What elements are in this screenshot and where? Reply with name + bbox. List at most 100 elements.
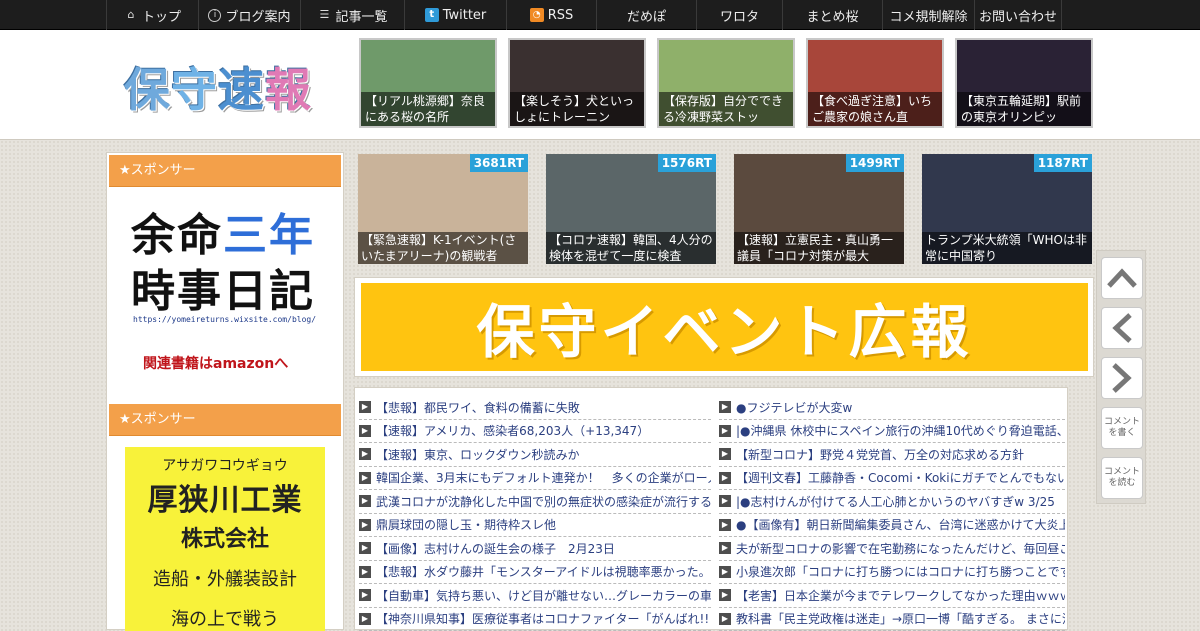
article-title-link[interactable]: ●フジテレビが大変w: [736, 399, 852, 416]
article-list-item[interactable]: ▶ 【画像】志村けんの誕生会の様子 2月23日: [359, 537, 711, 561]
ad-company-business: 造船・外艤装設計: [125, 565, 325, 591]
ad-title-line2: 時事日記: [131, 255, 315, 319]
ranking-card[interactable]: 1576RT【コロナ速報】韓国、4人分の検体を混ぜて一度に検査: [546, 154, 716, 264]
article-title-link[interactable]: 韓国企業、3月末にもデフォルト連発か！ 多くの企業がロー人: [376, 469, 711, 486]
sidebar: ★スポンサー 余命三年 時事日記 https://yomeireturns.wi…: [106, 152, 344, 630]
nav-item[interactable]: tTwitter: [404, 0, 506, 30]
thumbnail-caption: 【食べ過ぎ注意】いちご農家の娘さん直: [808, 92, 942, 126]
article-list-item[interactable]: ▶小泉進次郎「コロナに打ち勝つにはコロナに打ち勝つことです: [719, 561, 1065, 585]
article-title-link[interactable]: 教科書「民主党政権は迷走」→原口一博「酷すぎる。 まさに浩: [736, 610, 1065, 627]
featured-thumbnail[interactable]: 【東京五輪延期】駅前の東京オリンピッ: [955, 38, 1093, 128]
sponsor-ad-yomei[interactable]: 余命三年 時事日記 https://yomeireturns.wixsite.c…: [107, 187, 343, 402]
article-list-item[interactable]: ▶ ●フジテレビが大変w: [719, 396, 1065, 420]
next-page-button[interactable]: [1101, 357, 1143, 399]
bullet-arrow-icon: ▶: [359, 401, 371, 413]
article-list-left: ▶ 【悲報】都民ワイ、食料の備蓄に失敗 ▶ 【速報】アメリカ、感染者68,203人（+…: [359, 396, 711, 631]
article-list-item[interactable]: ▶ 鼎屓球団の隠し玉・期待枠スレ他: [359, 514, 711, 538]
article-list-item[interactable]: ▶【速報】東京、ロックダウン秒読みか: [359, 443, 711, 467]
nav-item-label: ワロタ: [720, 6, 759, 25]
bullet-arrow-icon: ▶: [359, 519, 371, 531]
article-list-item[interactable]: ▶●【画像有】朝日新聞編集委員さん、台湾に迷惑かけて大炎上: [719, 514, 1065, 538]
up-chevron-icon: [1106, 267, 1138, 289]
event-banner[interactable]: 保守イベント広報: [361, 283, 1088, 371]
nav-item-label: だめぽ: [627, 6, 666, 25]
article-list-item[interactable]: ▶夫が新型コロナの影響で在宅勤務になったんだけど、毎回昼ご: [719, 537, 1065, 561]
article-title-link[interactable]: ●【画像有】朝日新聞編集委員さん、台湾に迷惑かけて大炎上: [736, 516, 1065, 533]
article-list-item[interactable]: ▶【神奈川県知事】医療従事者はコロナファイター「がんばれ!!: [359, 608, 711, 631]
article-title-link[interactable]: 【悲報】水ダウ藤井「モンスターアイドルは視聴率悪かった。: [376, 563, 711, 580]
ranking-card[interactable]: 3681RT【緊急速報】K-1イベント(さいたまアリーナ)の観戦者: [358, 154, 528, 264]
article-list-item[interactable]: ▶韓国企業、3月末にもデフォルト連発か！ 多くの企業がロー人: [359, 467, 711, 491]
sponsor-ad-asagawa[interactable]: アサガワコウギョウ 厚狭川工業 株式会社 造船・外艤装設計 海の上で戦う: [125, 447, 325, 631]
bullet-arrow-icon: ▶: [359, 425, 371, 437]
ad-title-line1: 余命三年: [131, 199, 315, 263]
article-title-link[interactable]: 【画像】志村けんの誕生会の様子 2月23日: [376, 540, 615, 557]
write-comment-button[interactable]: コメントを書く: [1101, 407, 1143, 449]
article-title-link[interactable]: 【週刊文春】工藤静香・Cocomi・Kokiにガチでとんでもない文: [736, 469, 1065, 486]
nav-item-label: Twitter: [443, 8, 487, 23]
article-list-item[interactable]: ▶【自動車】気持ち悪い、けど目が離せない…グレーカラーの車: [359, 584, 711, 608]
article-title-link[interactable]: 【速報】アメリカ、感染者68,203人（+13,347）: [376, 422, 649, 439]
article-title-link[interactable]: 小泉進次郎「コロナに打ち勝つにはコロナに打ち勝つことです: [736, 563, 1065, 580]
article-title-link[interactable]: |●志村けんが付けてる人工心肺とかいうのヤバすぎw 3/25: [736, 493, 1055, 510]
site-logo[interactable]: 保守速報: [124, 54, 312, 120]
featured-thumbnail[interactable]: 【楽しそう】犬といっしょにトレーニン: [508, 38, 646, 128]
logo-char: 報: [265, 63, 312, 117]
article-list-item[interactable]: ▶【老害】日本企業が今までテレワークしてなかった理由ｗｗｗ: [719, 584, 1065, 608]
nav-item[interactable]: ☰記事一覧: [300, 0, 404, 30]
nav-item[interactable]: ワロタ: [696, 0, 782, 30]
article-list-item[interactable]: ▶|●沖縄県 休校中にスペイン旅行の沖縄10代めぐり脅迫電話、謝: [719, 420, 1065, 444]
bullet-arrow-icon: ▶: [719, 448, 731, 460]
article-list-item[interactable]: ▶|●志村けんが付けてる人工心肺とかいうのヤバすぎw 3/25: [719, 490, 1065, 514]
sponsor-heading: ★スポンサー: [109, 404, 341, 436]
amazon-link[interactable]: 関連書籍はamazonへ: [143, 353, 288, 373]
logo-char: 速: [218, 63, 265, 117]
nav-item[interactable]: まとめ桜: [782, 0, 882, 30]
thumbnail-caption: 【東京五輪延期】駅前の東京オリンピッ: [957, 92, 1091, 126]
ad-company-kana: アサガワコウギョウ: [125, 455, 325, 475]
scroll-top-button[interactable]: [1101, 257, 1143, 299]
article-title-link[interactable]: 夫が新型コロナの影響で在宅勤務になったんだけど、毎回昼ご: [736, 540, 1065, 557]
article-list-item[interactable]: ▶ 【悲報】都民ワイ、食料の備蓄に失敗: [359, 396, 711, 420]
bullet-arrow-icon: ▶: [359, 542, 371, 554]
previous-page-button[interactable]: [1101, 307, 1143, 349]
bullet-arrow-icon: ▶: [719, 401, 731, 413]
article-list-item[interactable]: ▶ 【速報】アメリカ、感染者68,203人（+13,347）: [359, 420, 711, 444]
featured-thumbnail[interactable]: 【保存版】自分でできる冷凍野菜ストッ: [657, 38, 795, 128]
nav-item[interactable]: コメ規制解除: [882, 0, 974, 30]
article-title-link[interactable]: 【新型コロナ】野党４党党首、万全の対応求める方針: [736, 446, 1024, 463]
ad-company-tagline: 海の上で戦う: [125, 605, 325, 631]
article-title-link[interactable]: 【自動車】気持ち悪い、けど目が離せない…グレーカラーの車: [376, 587, 711, 604]
nav-item[interactable]: お問い合わせ: [974, 0, 1062, 30]
article-list-item[interactable]: ▶ 教科書「民主党政権は迷走」→原口一博「酷すぎる。 まさに浩: [719, 608, 1065, 631]
article-title-link[interactable]: 武漢コロナが沈静化した中国で別の無症状の感染症が流行する最悪展: [376, 493, 711, 510]
article-title-link[interactable]: 【老害】日本企業が今までテレワークしてなかった理由ｗｗｗ: [736, 587, 1065, 604]
article-list-item[interactable]: ▶【悲報】水ダウ藤井「モンスターアイドルは視聴率悪かった。: [359, 561, 711, 585]
bullet-arrow-icon: ▶: [719, 613, 731, 625]
ranking-card[interactable]: 1499RT 【速報】立憲民主・真山勇一議員「コロナ対策が最大: [734, 154, 904, 264]
retweet-count-badge: 1499RT: [846, 154, 904, 172]
article-title-link[interactable]: 【速報】東京、ロックダウン秒読みか: [376, 446, 580, 463]
article-lists: ▶ 【悲報】都民ワイ、食料の備蓄に失敗 ▶ 【速報】アメリカ、感染者68,203人（+…: [354, 387, 1068, 630]
featured-thumbnail[interactable]: 【食べ過ぎ注意】いちご農家の娘さん直: [806, 38, 944, 128]
article-list-item[interactable]: ▶【週刊文春】工藤静香・Cocomi・Kokiにガチでとんでもない文: [719, 467, 1065, 491]
ranking-card[interactable]: 1187RTトランプ米大統領「WHOは非常に中国寄り: [922, 154, 1092, 264]
article-title-link[interactable]: 【神奈川県知事】医療従事者はコロナファイター「がんばれ!!: [376, 610, 709, 627]
article-title-link[interactable]: 【悲報】都民ワイ、食料の備蓄に失敗: [376, 399, 580, 416]
site-header: 保守速報 【リアル桃源郷】奈良にある桜の名所【楽しそう】犬といっしょにトレーニン…: [0, 30, 1200, 140]
nav-item[interactable]: だめぽ: [596, 0, 696, 30]
nav-item-label: RSS: [548, 8, 574, 23]
nav-item-label: コメ規制解除: [889, 6, 967, 25]
nav-item[interactable]: ◔RSS: [506, 0, 596, 30]
top-nav-items: ⌂トップiブログ案内☰記事一覧tTwitter◔RSS だめぽ ワロタ まとめ桜コメ規…: [106, 0, 1096, 30]
article-list-item[interactable]: ▶武漢コロナが沈静化した中国で別の無症状の感染症が流行する最悪展: [359, 490, 711, 514]
ranking-caption: 【速報】立憲民主・真山勇一議員「コロナ対策が最大: [734, 232, 904, 264]
read-comment-button[interactable]: コメントを読む: [1101, 457, 1143, 499]
nav-item[interactable]: iブログ案内: [198, 0, 300, 30]
nav-item-label: 記事一覧: [335, 6, 387, 25]
article-title-link[interactable]: |●沖縄県 休校中にスペイン旅行の沖縄10代めぐり脅迫電話、謝: [736, 422, 1065, 439]
article-list-item[interactable]: ▶ 【新型コロナ】野党４党党首、万全の対応求める方針: [719, 443, 1065, 467]
featured-thumbnail[interactable]: 【リアル桃源郷】奈良にある桜の名所: [359, 38, 497, 128]
nav-item[interactable]: ⌂トップ: [106, 0, 198, 30]
article-title-link[interactable]: 鼎屓球団の隠し玉・期待枠スレ他: [376, 516, 556, 533]
